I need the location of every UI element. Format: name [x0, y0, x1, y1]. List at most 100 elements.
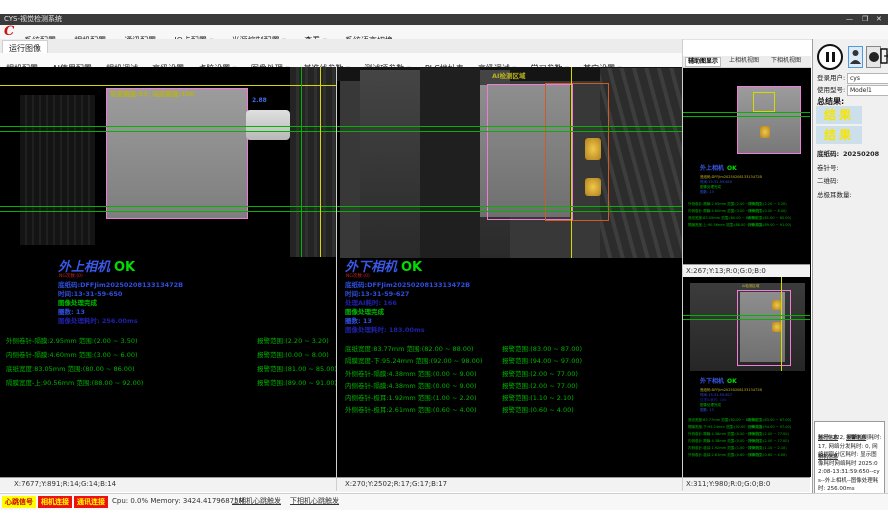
- left-turns: 圈数: 13: [58, 309, 85, 316]
- aux-tab-lower-view[interactable]: 下相机视图: [771, 58, 801, 64]
- alarm-range: 报警范围:(94.00 ~ 97.00): [502, 358, 582, 365]
- title-bar: CYS-视觉检测系统 — ❐ ✕: [0, 14, 888, 25]
- total-result-label: 总结果:: [817, 98, 844, 106]
- mini1-done: 图像处理完成: [700, 186, 721, 190]
- mini1-time: 时间:13-31-59-650: [700, 181, 732, 185]
- center-coords: X:270;Y:2502;R:17;G:17;B:17: [345, 481, 447, 488]
- upper-camera-heartbeat-link[interactable]: 上相机心跳触发: [232, 498, 281, 505]
- mini-alarm-range: 报警范围:(94.00 ~ 97.00): [748, 426, 791, 430]
- mini-alarm-range: 报警范围:(83.00 ~ 87.00): [748, 419, 791, 423]
- aux-lower-coords: X:311;Y:980;R:0;G:0;B:0: [686, 481, 770, 488]
- green-guide-line: [337, 211, 682, 212]
- window-title: CYS-视觉检测系统: [4, 16, 62, 23]
- lower-camera-heartbeat-link[interactable]: 下相机心跳触发: [290, 498, 339, 505]
- center-camera-note: NG次数:(0): [346, 275, 370, 280]
- user-button[interactable]: [848, 46, 863, 68]
- mini-cell-outline: [737, 290, 791, 366]
- center-proc-time: 图像处理耗时: 183.00ms: [345, 327, 425, 334]
- roll-needle-label: 卷针号:: [817, 165, 839, 172]
- left-camera-view[interactable]: 灰度阈值:93, 动态阈值:100 2.88 外上相机 OK NG次数:(0) …: [0, 67, 336, 477]
- left-camera-status: OK: [114, 261, 135, 274]
- measure-row: 外侧卷针-隔膜:2.95mm 范围:(2.00 ~ 3.50): [6, 338, 138, 345]
- mini-yellow-box: [753, 92, 775, 112]
- power-icon: [869, 52, 879, 62]
- aux-tab-assist[interactable]: 辅助图显示: [685, 57, 721, 67]
- green-guide-line: [0, 131, 336, 132]
- mini1-camera-status: OK: [727, 166, 737, 172]
- left-overlay-threshold-label: 灰度阈值:93, 动态阈值:100: [110, 91, 195, 98]
- close-button[interactable]: ✕: [876, 16, 882, 23]
- aux-upper-coords: X:267;Y:13;R:0;G:0;B:0: [686, 268, 766, 275]
- login-user-field[interactable]: cys: [847, 73, 888, 84]
- aux-view-lower[interactable]: AI检测区域 外下相机 OK 底纸码:DFFJim202502081331347…: [683, 277, 810, 477]
- green-guide-line: [337, 131, 682, 132]
- model-field[interactable]: Model1: [847, 85, 888, 96]
- machine-right-band: [600, 68, 682, 258]
- measure-row: 内侧卷针-极耳:1.92mm 范围:(1.00 ~ 2.20): [345, 395, 477, 402]
- mini1-barcode: 底纸码:DFFJim2025020813313472B: [700, 176, 762, 180]
- mini-alarm-range: 报警范围:(89.00 ~ 91.00): [748, 224, 791, 228]
- power-button[interactable]: [866, 46, 881, 68]
- measure-row: 内侧卷针-隔膜:4.38mm 范围:(0.00 ~ 9.00): [345, 383, 477, 390]
- green-guide-line: [683, 315, 810, 316]
- tab-count-label: 总极耳数量:: [817, 192, 852, 199]
- alarm-range: 报警范围:(89.00 ~ 91.00): [257, 380, 337, 387]
- center-turns: 圈数: 13: [345, 318, 372, 325]
- alarm-range: 报警范围:(1.10 ~ 2.10): [502, 395, 574, 402]
- maximize-button[interactable]: ❐: [862, 16, 868, 23]
- center-barcode: 底纸码:DFFJim2025020813313472B: [345, 282, 470, 289]
- machine-dark-band: [420, 68, 480, 258]
- tab-strip: 运行图像: [0, 39, 683, 54]
- yellow-guide-line-vertical: [320, 67, 321, 257]
- green-guide-line: [0, 126, 336, 127]
- center-camera-name: 外下相机: [345, 261, 397, 274]
- exit-button[interactable]: [881, 46, 888, 68]
- green-guide-line: [683, 319, 810, 320]
- comm-connect-badge: 通讯连接: [74, 496, 108, 508]
- alarm-range: 报警范围:(0.60 ~ 4.00): [502, 407, 574, 414]
- mini1-camera-name: 外上相机: [700, 166, 724, 172]
- green-guide-line: [683, 112, 810, 113]
- left-camera-note: NG次数:(0): [59, 275, 83, 280]
- left-barcode: 底纸码:DFFJim2025020813313472B: [58, 282, 183, 289]
- green-guide-line: [337, 126, 682, 127]
- green-guide-line-vertical: [301, 67, 302, 257]
- left-image-right-band: [290, 67, 336, 257]
- mini2-turns: 圈数: 13: [700, 409, 714, 413]
- tab-gold-blob: [585, 178, 601, 196]
- exit-door-icon: [880, 48, 888, 66]
- app-logo-icon: C: [4, 25, 14, 38]
- login-user-label: 登录用户:: [817, 75, 845, 82]
- mini-alarm-range: 报警范围:(0.60 ~ 4.00): [748, 454, 787, 458]
- mini-alarm-range: 报警范围:(2.20 ~ 3.20): [748, 203, 787, 207]
- tab-gold-blob: [760, 126, 770, 138]
- result-badge-2: 结果: [816, 126, 862, 144]
- mini2-camera-status: OK: [727, 379, 737, 385]
- mini2-ai-time: 处理AI耗时: 166: [700, 399, 726, 403]
- pause-icon: [832, 52, 835, 62]
- user-icon: [849, 48, 862, 66]
- measure-row: 隔膜宽度-上:90.56mm 范围:(88.00 ~ 92.00): [6, 380, 143, 387]
- minimize-button[interactable]: —: [846, 16, 853, 23]
- left-done: 图像处理完成: [58, 300, 97, 307]
- measure-row: 内侧卷针-隔膜:4.60mm 范围:(3.00 ~ 6.00): [6, 352, 138, 359]
- yellow-guide-line-top: [0, 85, 336, 86]
- aux-view-upper[interactable]: 外上相机 OK 底纸码:DFFJim2025020813313472B 时间:1…: [683, 68, 810, 264]
- center-camera-view[interactable]: AI检测区域 外下相机 OK NG次数:(0) 底纸码:DFFJim202502…: [337, 67, 682, 477]
- left-time: 时间:13-31-59-650: [58, 291, 122, 298]
- left-camera-name: 外上相机: [58, 261, 110, 274]
- cell-region: [106, 88, 248, 219]
- pause-button[interactable]: [817, 44, 843, 70]
- result-badge-1: 结果: [816, 106, 862, 124]
- center-camera-status: OK: [401, 261, 422, 274]
- tab-gold-blob: [585, 138, 601, 160]
- heartbeat-badge: 心跳信号: [2, 496, 36, 508]
- mini-measure-row: 底纸宽度:83.77mm 范围:(82.00 ~ 88.00): [688, 419, 757, 423]
- mini2-barcode: 底纸码:DFFJim2025020813313472B: [700, 389, 762, 393]
- aux-tab-upper-view[interactable]: 上相机视图: [729, 58, 759, 64]
- center-coord-bar: X:270;Y:2502;R:17;G:17;B:17: [337, 477, 682, 492]
- mini-alarm-range: 报警范围:(2.00 ~ 77.00): [748, 440, 789, 444]
- qr-code-label: 二维码:: [817, 178, 839, 185]
- ai-region-label: AI检测区域: [492, 73, 525, 80]
- mini1-turns: 圈数: 13: [700, 191, 714, 195]
